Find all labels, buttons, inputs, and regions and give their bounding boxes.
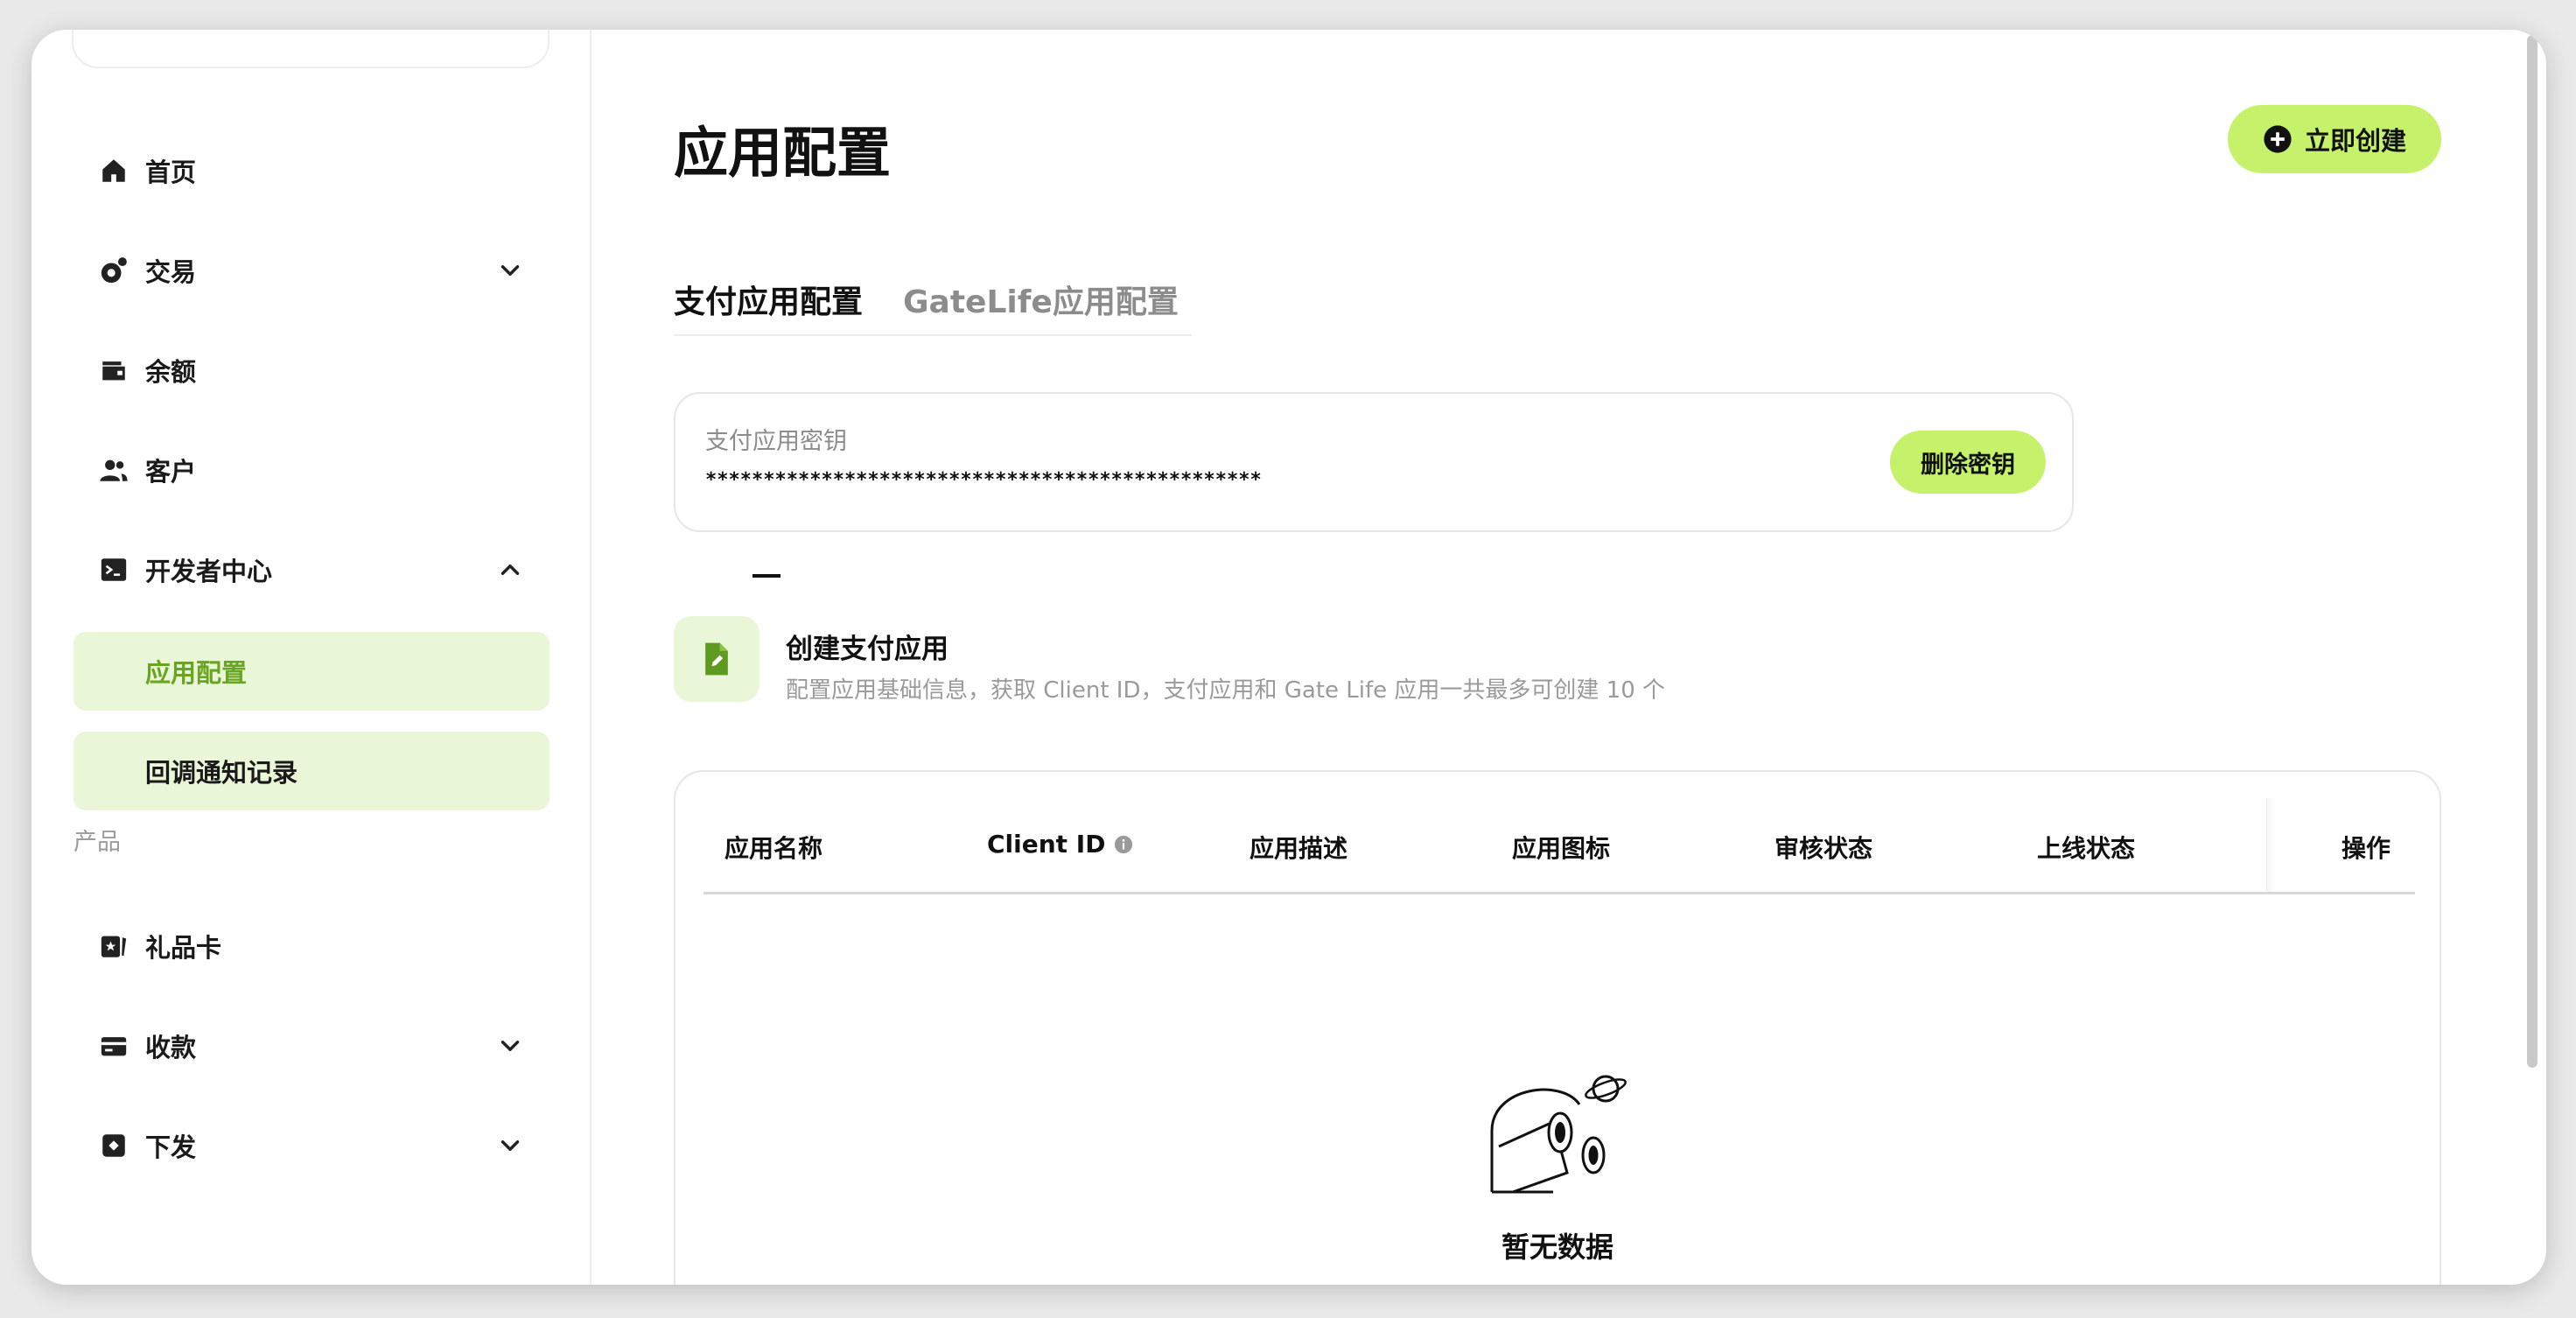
document-edit-icon <box>674 616 760 702</box>
info-icon[interactable] <box>1114 835 1133 854</box>
delete-key-button[interactable]: 删除密钥 <box>1890 431 2046 494</box>
page-title: 应用配置 <box>674 121 892 185</box>
column-header-app-icon: 应用图标 <box>1512 834 1611 863</box>
sidebar-item-collection[interactable]: 收款 <box>74 1006 550 1085</box>
secret-key-label: 支付应用密钥 <box>705 428 847 455</box>
create-now-label: 立即创建 <box>2304 128 2406 156</box>
payout-icon <box>98 1130 130 1161</box>
tab-gatelife-app-config[interactable]: GateLife应用配置 <box>903 277 1179 322</box>
sidebar-item-label: 下发 <box>145 1132 197 1162</box>
create-app-description: 配置应用基础信息，获取 Client ID，支付应用和 Gate Life 应用… <box>786 677 1666 704</box>
chevron-down-icon <box>500 265 520 276</box>
binoculars-planet-icon <box>1490 1075 1627 1194</box>
sidebar-item-transactions[interactable]: 交易 <box>74 231 550 310</box>
sticky-column-divider <box>2266 798 2277 893</box>
gift-card-icon <box>98 930 130 962</box>
active-tab-indicator <box>752 574 780 578</box>
users-icon <box>98 454 130 486</box>
sidebar-item-label: 客户 <box>145 457 197 487</box>
sidebar-subitem-callback-logs[interactable]: 回调通知记录 <box>74 732 550 810</box>
create-payment-app-section[interactable]: 创建支付应用 配置应用基础信息，获取 Client ID，支付应用和 Gate … <box>674 613 1899 709</box>
chevron-up-icon <box>500 564 520 575</box>
sidebar-subitem-app-config[interactable]: 应用配置 <box>74 632 550 711</box>
sidebar-item-label: 开发者中心 <box>145 557 273 586</box>
table-header: 应用名称 Client ID 应用描述 应用图标 审核状态 上线状态 操作 <box>704 798 2415 894</box>
sidebar-item-customers[interactable]: 客户 <box>74 431 550 509</box>
config-tabs: 支付应用配置 GateLife应用配置 <box>674 277 1192 578</box>
chevron-down-icon <box>500 1140 520 1151</box>
plus-circle-icon <box>2264 125 2292 153</box>
column-header-online-status: 上线状态 <box>2037 834 2136 863</box>
sidebar-item-label: 收款 <box>145 1033 197 1062</box>
terminal-icon <box>98 554 130 585</box>
apps-table: 应用名称 Client ID 应用描述 应用图标 审核状态 上线状态 操作 暂无… <box>674 770 2441 1285</box>
sidebar: 首页 交易 余额 客户 开发者中心 应用配置 回调通知记录 产品 礼品卡 收款 … <box>32 30 592 1285</box>
sidebar-item-label: 礼品卡 <box>145 933 222 963</box>
empty-state-text: 暂无数据 <box>1501 1230 1614 1264</box>
sidebar-item-developer-center[interactable]: 开发者中心 <box>74 530 550 609</box>
create-app-title: 创建支付应用 <box>786 634 948 665</box>
transaction-icon <box>98 255 130 286</box>
column-header-client-id: Client ID <box>987 830 1133 859</box>
column-header-app-name: 应用名称 <box>724 834 823 863</box>
sidebar-item-label: 交易 <box>145 257 197 287</box>
column-header-actions: 操作 <box>2342 834 2391 863</box>
sidebar-item-label: 余额 <box>145 357 197 387</box>
sidebar-search-box[interactable] <box>72 30 550 68</box>
sidebar-item-balance[interactable]: 余额 <box>74 331 550 410</box>
card-icon <box>98 1030 130 1062</box>
secret-key-value: ****************************************… <box>705 469 1262 491</box>
sidebar-section-products: 产品 <box>74 829 121 856</box>
app-window: 首页 交易 余额 客户 开发者中心 应用配置 回调通知记录 产品 礼品卡 收款 … <box>32 30 2546 1285</box>
create-now-button[interactable]: 立即创建 <box>2228 105 2441 173</box>
page-scrollbar[interactable] <box>2527 35 2538 1068</box>
column-header-app-description: 应用描述 <box>1250 834 1348 863</box>
home-icon <box>98 155 130 186</box>
tab-payment-app-config[interactable]: 支付应用配置 <box>674 277 863 322</box>
sidebar-item-home[interactable]: 首页 <box>74 131 550 210</box>
wallet-icon <box>98 354 130 386</box>
chevron-down-icon <box>500 1041 520 1051</box>
empty-state: 暂无数据 <box>676 1069 2440 1265</box>
secret-key-card: 支付应用密钥 *********************************… <box>674 392 2074 532</box>
sidebar-item-gift-card[interactable]: 礼品卡 <box>74 907 550 985</box>
sidebar-item-payout[interactable]: 下发 <box>74 1106 550 1185</box>
sidebar-item-label: 首页 <box>145 158 197 187</box>
column-header-review-status: 审核状态 <box>1774 834 1873 863</box>
column-header-label: Client ID <box>987 830 1106 859</box>
